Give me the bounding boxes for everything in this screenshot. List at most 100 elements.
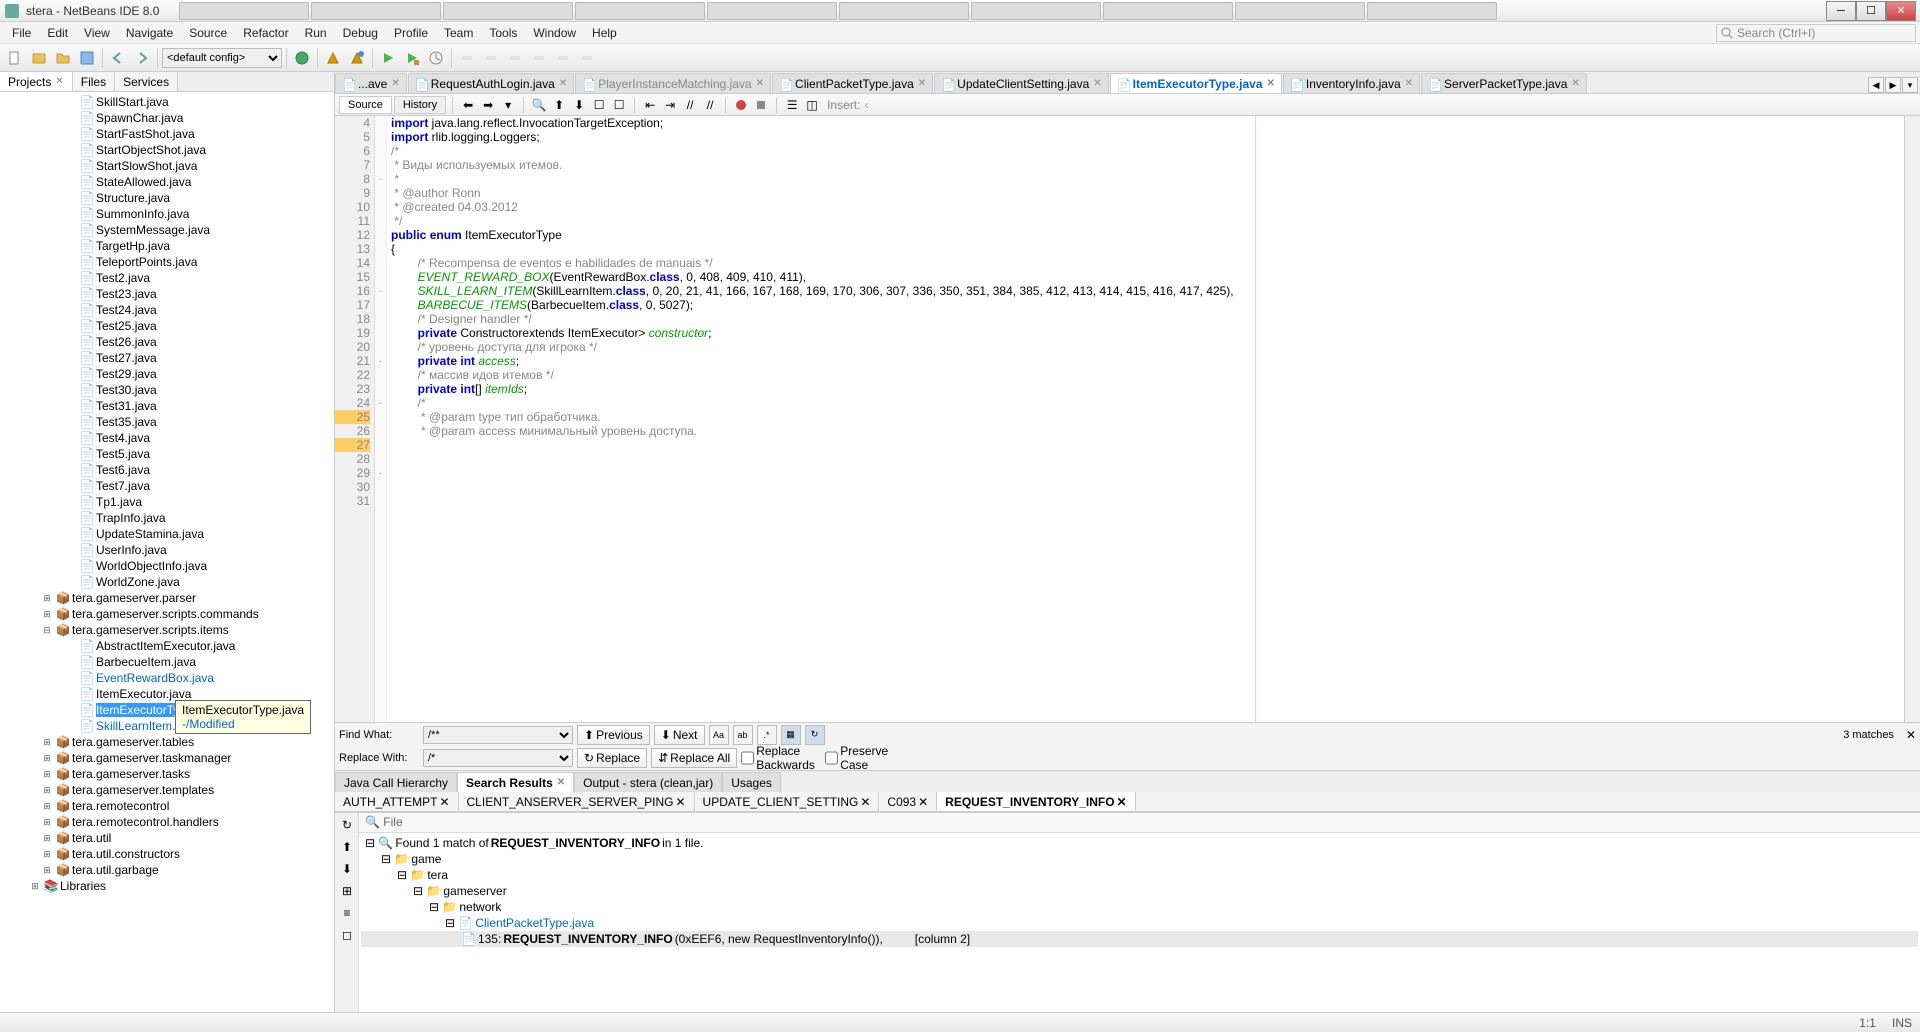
tree-file[interactable]: 📄BarbecueItem.java [0, 654, 334, 670]
tree-package[interactable]: ⊞📦tera.remotecontrol [0, 798, 334, 814]
menu-source[interactable]: Source [181, 24, 235, 42]
tree-package[interactable]: ⊞📦tera.gameserver.templates [0, 782, 334, 798]
tabs-dropdown[interactable]: ▾ [1902, 77, 1918, 93]
replace-all-button[interactable]: ⇵Replace All [651, 748, 737, 768]
close-icon[interactable]: ✕ [1093, 78, 1101, 89]
open-button[interactable] [52, 47, 74, 69]
toggle-bookmark-button[interactable]: ☐ [590, 96, 608, 114]
code-editor[interactable]: 4567891011121314151617181920212223242526… [335, 116, 1920, 722]
tree-package[interactable]: ⊞📦tera.util.garbage [0, 862, 334, 878]
tree-package[interactable]: ⊞📦tera.gameserver.tasks [0, 766, 334, 782]
step-into-button[interactable] [480, 47, 502, 69]
menu-help[interactable]: Help [584, 24, 625, 42]
step-over-button[interactable] [456, 47, 478, 69]
match-case-toggle[interactable]: Aa [709, 725, 729, 745]
menu-window[interactable]: Window [525, 24, 584, 42]
bottom-tab[interactable]: Usages [722, 772, 781, 792]
next-bookmark-button[interactable]: ⬇ [570, 96, 588, 114]
close-icon[interactable]: ✕ [1267, 78, 1275, 89]
regex-toggle[interactable]: .* [757, 725, 777, 745]
tree-file[interactable]: 📄TargetHp.java [0, 238, 334, 254]
menu-run[interactable]: Run [297, 24, 335, 42]
tree-file[interactable]: 📄StartFastShot.java [0, 126, 334, 142]
menu-file[interactable]: File [4, 24, 39, 42]
close-icon[interactable]: ✕ [1117, 795, 1127, 809]
editor-tab[interactable]: 📄RequestAuthLogin.java✕ [408, 73, 574, 93]
shift-left-button[interactable]: ⇤ [641, 96, 659, 114]
tree-file[interactable]: 📄Tp1.java [0, 494, 334, 510]
tree-file[interactable]: 📄Test5.java [0, 446, 334, 462]
step-out-button[interactable] [504, 47, 526, 69]
tree-package[interactable]: ⊞📦tera.gameserver.parser [0, 590, 334, 606]
tree-file[interactable]: 📄WorldObjectInfo.java [0, 558, 334, 574]
tree-file[interactable]: 📄Test30.java [0, 382, 334, 398]
find-previous-button[interactable]: ⬆Previous [577, 725, 650, 745]
bottom-tab[interactable]: Output - stera (clean,jar) [574, 772, 722, 792]
menu-profile[interactable]: Profile [386, 24, 436, 42]
split-button[interactable]: ◫ [803, 96, 821, 114]
tab-services[interactable]: Services [115, 72, 178, 91]
tab-projects[interactable]: Projects✕ [0, 72, 73, 91]
close-icon[interactable]: ✕ [918, 78, 926, 89]
close-icon[interactable]: ✕ [55, 76, 63, 87]
menu-refactor[interactable]: Refactor [235, 24, 296, 42]
close-icon[interactable]: ✕ [391, 78, 399, 89]
tree-file[interactable]: 📄WorldZone.java [0, 574, 334, 590]
profile-button[interactable] [425, 47, 447, 69]
next-result-button[interactable]: ⬇ [337, 859, 357, 879]
tree-libraries[interactable]: ⊞📚Libraries [0, 878, 334, 894]
find-input[interactable]: /** [423, 726, 573, 744]
highlight-button[interactable]: ☐ [610, 96, 628, 114]
tree-file[interactable]: 📄Test31.java [0, 398, 334, 414]
tree-file[interactable]: 📄Test26.java [0, 334, 334, 350]
maximize-button[interactable]: ☐ [1856, 1, 1886, 21]
editor-tab[interactable]: 📄ItemExecutorType.java✕ [1110, 73, 1282, 93]
menu-navigate[interactable]: Navigate [118, 24, 181, 42]
project-tree[interactable]: 📄SkillStart.java📄SpawnChar.java📄StartFas… [0, 92, 334, 1012]
record-macro-button[interactable] [752, 96, 770, 114]
tree-file[interactable]: 📄Test6.java [0, 462, 334, 478]
new-project-button[interactable] [28, 47, 50, 69]
comment-button[interactable]: // [681, 96, 699, 114]
nav-back-button[interactable]: ⬅ [459, 96, 477, 114]
breadcrumb-icon[interactable]: ☰ [783, 96, 801, 114]
scroll-tabs-left[interactable]: ◀ [1868, 77, 1884, 93]
config-dropdown[interactable]: <default config> [162, 48, 282, 68]
editor-tab[interactable]: 📄ClientPacketType.java✕ [772, 73, 933, 93]
build-button[interactable] [322, 47, 344, 69]
tree-file[interactable]: 📄UserInfo.java [0, 542, 334, 558]
search-subtab[interactable]: REQUEST_INVENTORY_INFO✕ [937, 792, 1135, 811]
quick-search-input[interactable]: Search (Ctrl+I) [1716, 24, 1916, 42]
run-button[interactable] [377, 47, 399, 69]
tree-file[interactable]: 📄StateAllowed.java [0, 174, 334, 190]
close-icon[interactable]: ✕ [1405, 78, 1413, 89]
tree-file[interactable]: 📄Test24.java [0, 302, 334, 318]
dropdown-icon[interactable]: ▾ [499, 96, 517, 114]
tree-file[interactable]: 📄SkillStart.java [0, 94, 334, 110]
bottom-tab[interactable]: Java Call Hierarchy [335, 772, 457, 792]
stop-button[interactable] [576, 47, 598, 69]
prev-bookmark-button[interactable]: ⬆ [550, 96, 568, 114]
history-tab[interactable]: History [394, 96, 446, 114]
vertical-scrollbar[interactable] [1904, 116, 1920, 722]
close-icon[interactable]: ✕ [918, 795, 928, 809]
editor-tab[interactable]: 📄InventoryInfo.java✕ [1283, 73, 1420, 93]
editor-tab[interactable]: 📄PlayerInstanceMatching.java✕ [575, 73, 771, 93]
menu-debug[interactable]: Debug [335, 24, 386, 42]
scroll-tabs-right[interactable]: ▶ [1885, 77, 1901, 93]
find-button[interactable]: 🔍 [530, 96, 548, 114]
bottom-tab[interactable]: Search Results✕ [457, 772, 574, 792]
wrap-toggle[interactable]: ↻ [805, 725, 825, 745]
tree-file[interactable]: 📄StartObjectShot.java [0, 142, 334, 158]
tree-package[interactable]: ⊞📦tera.gameserver.taskmanager [0, 750, 334, 766]
undo-button[interactable] [107, 47, 129, 69]
editor-tab[interactable]: 📄ServerPacketType.java✕ [1421, 73, 1587, 93]
menu-view[interactable]: View [76, 24, 118, 42]
tree-file[interactable]: 📄EventRewardBox.java [0, 670, 334, 686]
tree-file[interactable]: 📄TrapInfo.java [0, 510, 334, 526]
editor-tab[interactable]: 📄...ave✕ [335, 73, 407, 93]
tree-package[interactable]: ⊟📦tera.gameserver.scripts.items [0, 622, 334, 638]
tree-package[interactable]: ⊞📦tera.gameserver.scripts.commands [0, 606, 334, 622]
close-icon[interactable]: ✕ [557, 777, 565, 788]
nav-fwd-button[interactable]: ➡ [479, 96, 497, 114]
